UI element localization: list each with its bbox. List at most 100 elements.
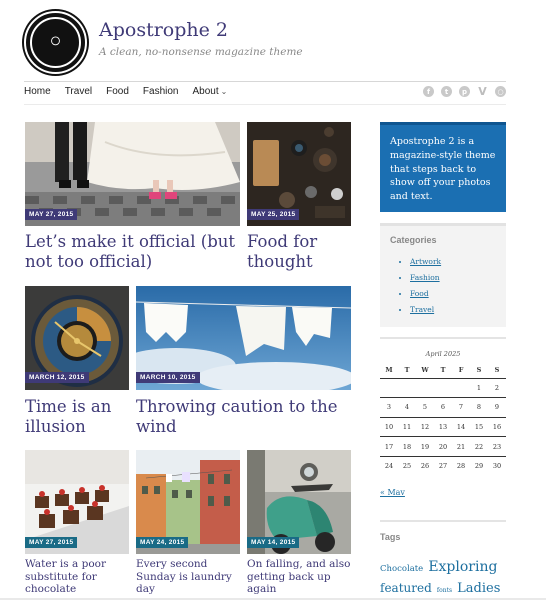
calendar-day: 4 <box>398 397 416 418</box>
calendar-day: 29 <box>470 455 488 476</box>
calendar-day: 19 <box>416 436 434 457</box>
weekday-label: S <box>494 365 500 374</box>
promo-widget: Apostrophe 2 is a magazine-style theme t… <box>380 122 506 212</box>
nav-item-home[interactable]: Home <box>24 86 51 97</box>
post-date: MAY 24, 2015 <box>136 537 189 548</box>
calendar-day <box>416 377 434 398</box>
post-title[interactable]: Let’s make it official (but not too offi… <box>25 232 240 272</box>
calendar-week-row: 3 4 5 6 7 8 9 <box>380 397 506 418</box>
weekday-label: T <box>440 365 446 374</box>
social-links: f t p V ○ <box>423 85 506 98</box>
tag-link[interactable]: Exploring <box>428 559 497 575</box>
calendar-day: 12 <box>416 416 434 437</box>
dribbble-icon[interactable]: ○ <box>495 86 506 97</box>
calendar-week-row: 1 2 <box>380 377 506 398</box>
pinterest-icon[interactable]: p <box>459 86 470 97</box>
calendar-table: M T W T F S S 1 2 3 4 5 6 7 8 9 10 11 12… <box>380 362 506 476</box>
calendar-day: 6 <box>434 397 452 418</box>
nav-item-about-label: About <box>192 86 219 97</box>
post-title[interactable]: Food for thought <box>247 232 351 272</box>
site-title[interactable]: Apostrophe 2 <box>99 19 228 41</box>
calendar-week-row: 24 25 26 27 28 29 30 <box>380 455 506 476</box>
weekday-label: T <box>404 365 410 374</box>
calendar-day: 28 <box>452 455 470 476</box>
calendar-day: 21 <box>452 436 470 457</box>
tag-link[interactable]: Chocolate <box>380 564 423 574</box>
calendar-day <box>380 377 398 398</box>
calendar-day: 24 <box>380 455 398 476</box>
calendar-week-row: 10 11 12 13 14 15 16 <box>380 416 506 437</box>
calendar-day: 7 <box>452 397 470 418</box>
calendar-day: 17 <box>380 436 398 457</box>
nav-divider <box>24 104 506 105</box>
categories-widget: Categories Artwork Fashion Food Travel <box>380 223 506 327</box>
calendar-weekday-row: M T W T F S S <box>380 362 506 378</box>
calendar-day: 8 <box>470 397 488 418</box>
post-date: MARCH 10, 2015 <box>136 372 200 383</box>
post-date: MAY 25, 2015 <box>247 209 300 220</box>
apostrophe-icon: ◦ <box>46 24 65 60</box>
site-logo[interactable]: ◦ <box>24 11 87 74</box>
post-date: MAY 27, 2015 <box>25 537 78 548</box>
calendar-day: 27 <box>434 455 452 476</box>
calendar-day: 16 <box>488 416 506 437</box>
calendar-day: 30 <box>488 455 506 476</box>
calendar-day <box>434 377 452 398</box>
twitter-icon[interactable]: t <box>441 86 452 97</box>
calendar-day: 13 <box>434 416 452 437</box>
tag-cloud: Chocolate Exploring featured fonts Ladie… <box>380 556 506 598</box>
calendar-day: 18 <box>398 436 416 457</box>
category-link[interactable]: Fashion <box>410 273 496 282</box>
header-divider <box>24 81 506 82</box>
tags-heading: Tags <box>380 532 401 542</box>
tag-link[interactable]: featured <box>380 581 432 595</box>
post-title[interactable]: Time is an illusion <box>25 397 129 437</box>
post-date: MARCH 12, 2015 <box>25 372 89 383</box>
facebook-icon[interactable]: f <box>423 86 434 97</box>
calendar-day: 23 <box>488 436 506 457</box>
main-nav: Home Travel Food Fashion About ⌄ <box>24 86 241 97</box>
calendar-day: 3 <box>380 397 398 418</box>
calendar-day <box>452 377 470 398</box>
categories-heading: Categories <box>390 235 437 245</box>
tags-divider <box>380 520 506 522</box>
nav-item-travel[interactable]: Travel <box>65 86 92 97</box>
vimeo-icon[interactable]: V <box>477 85 488 98</box>
calendar-prev-link[interactable]: « Mav <box>380 488 405 497</box>
chevron-down-icon: ⌄ <box>220 87 228 96</box>
post-title[interactable]: On falling, and also getting back up aga… <box>247 558 351 596</box>
calendar-day <box>398 377 416 398</box>
calendar-day: 26 <box>416 455 434 476</box>
tag-link[interactable]: Ladies <box>457 581 500 596</box>
nav-item-fashion[interactable]: Fashion <box>143 86 179 97</box>
calendar-week-row: 17 18 19 20 21 22 23 <box>380 436 506 457</box>
calendar-day: 22 <box>470 436 488 457</box>
calendar-day: 2 <box>488 377 506 398</box>
post-title[interactable]: Water is a poor substitute for chocolate <box>25 558 129 596</box>
post-date: MAY 14, 2015 <box>247 537 300 548</box>
nav-item-about[interactable]: About ⌄ <box>192 86 227 97</box>
calendar-day: 5 <box>416 397 434 418</box>
category-link[interactable]: Food <box>410 289 496 298</box>
calendar-day: 25 <box>398 455 416 476</box>
category-link[interactable]: Artwork <box>410 257 496 266</box>
site-tagline: A clean, no-nonsense magazine theme <box>99 46 303 58</box>
post-title[interactable]: Throwing caution to the wind <box>136 397 351 437</box>
categories-list: Artwork Fashion Food Travel <box>390 257 496 314</box>
calendar-day: 10 <box>380 416 398 437</box>
weekday-label: W <box>421 365 429 374</box>
category-link[interactable]: Travel <box>410 305 496 314</box>
tag-link[interactable]: fonts <box>437 587 452 594</box>
calendar-day: 1 <box>470 377 488 398</box>
weekday-label: S <box>476 365 482 374</box>
calendar-day: 14 <box>452 416 470 437</box>
calendar-day: 9 <box>488 397 506 418</box>
weekday-label: M <box>385 365 393 374</box>
weekday-label: F <box>458 365 464 374</box>
nav-item-food[interactable]: Food <box>106 86 129 97</box>
calendar-caption: April 2025 <box>425 350 461 358</box>
post-date: MAY 27, 2015 <box>25 209 78 220</box>
post-title[interactable]: Every second Sunday is laundry day <box>136 558 240 596</box>
calendar-divider <box>380 337 506 339</box>
calendar-day: 15 <box>470 416 488 437</box>
